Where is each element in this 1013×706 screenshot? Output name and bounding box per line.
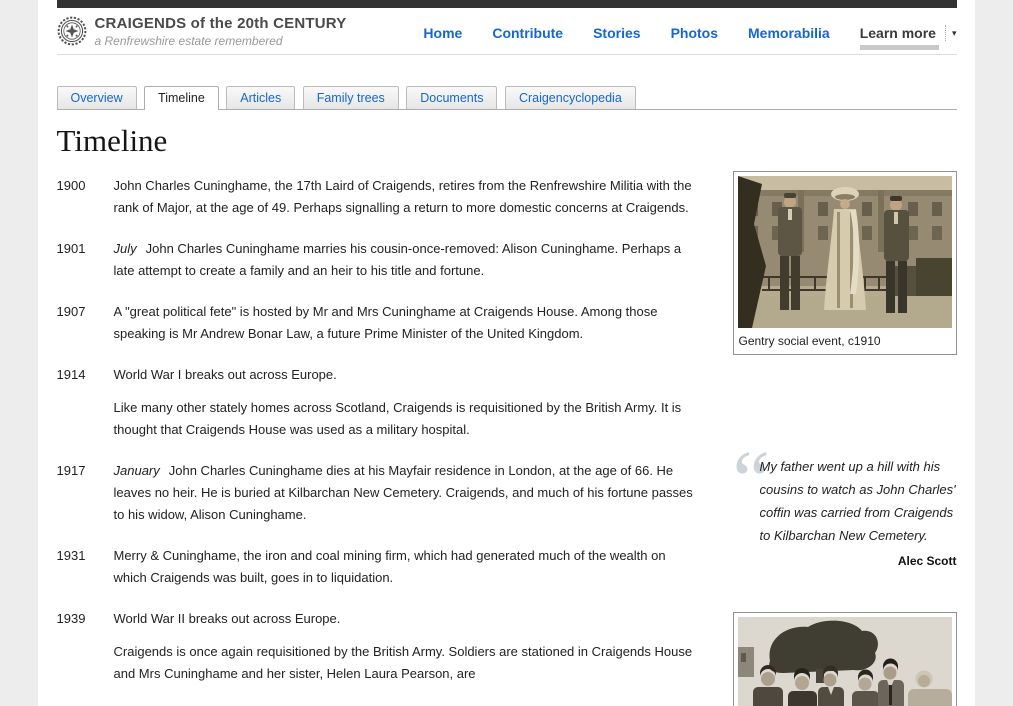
timeline-paragraph: Merry & Cuninghame, the iron and coal mi… <box>114 545 697 589</box>
group-photo-image <box>737 617 952 706</box>
photo-caption: Gentry social event, c1910 <box>738 334 881 348</box>
photo-group-1939[interactable] <box>732 612 957 706</box>
timeline-year: 1907 <box>56 304 86 319</box>
section-tabs: Overview Timeline Articles Family trees … <box>56 86 957 110</box>
timeline-paragraph: A "great political fete" is hosted by Mr… <box>114 301 697 345</box>
quote-block: “ My father went up a hill with his cous… <box>733 439 957 569</box>
gentry-photo-image <box>737 176 952 328</box>
nav-dropdown-separator <box>944 25 946 41</box>
nav-link-contribute[interactable]: Contribute <box>492 25 563 41</box>
site-logo-icon[interactable] <box>57 16 87 46</box>
tab-documents[interactable]: Documents <box>406 86 498 109</box>
timeline-year: 1917 <box>56 463 86 478</box>
nav-learn-more[interactable]: Learn more ▾ <box>859 25 957 50</box>
tab-family-trees[interactable]: Family trees <box>302 86 399 109</box>
site-title: CRAIGENDS of the 20th CENTURY <box>94 15 347 32</box>
timeline-paragraph: Like many other stately homes across Sco… <box>114 397 697 441</box>
site-tagline: a Renfrewshire estate remembered <box>94 34 283 48</box>
timeline-entry-1931: 1931 Merry & Cuninghame, the iron and co… <box>57 545 697 589</box>
timeline-text: John Charles Cuninghame dies at his Mayf… <box>113 463 693 522</box>
timeline-text: John Charles Cuninghame, the 17th Laird … <box>113 178 692 215</box>
timeline-paragraph: World War I breaks out across Europe. <box>114 364 697 386</box>
timeline-year: 1900 <box>56 178 86 193</box>
timeline-text: Merry & Cuninghame, the iron and coal mi… <box>113 548 666 585</box>
chevron-down-icon[interactable]: ▾ <box>952 28 957 39</box>
timeline-month-prefix: July <box>113 241 137 256</box>
timeline-year: 1939 <box>56 611 86 626</box>
tab-overview[interactable]: Overview <box>56 86 137 109</box>
main-nav: Home Contribute Stories Photos Memorabil… <box>423 15 957 50</box>
timeline-paragraph: January John Charles Cuninghame dies at h… <box>114 460 697 526</box>
photo-gentry-social-event[interactable]: Gentry social event, c1910 <box>732 171 957 355</box>
timeline-entry-1914: 1914 World War I breaks out across Europ… <box>57 364 697 441</box>
timeline-month-prefix: January <box>113 463 160 478</box>
timeline-entry-1901: 1901 July John Charles Cuninghame marries… <box>57 238 697 282</box>
page-container: CRAIGENDS of the 20th CENTURY a Renfrews… <box>38 0 975 706</box>
timeline-year: 1931 <box>56 548 86 563</box>
timeline-text: Craigends is once again requisitioned by… <box>113 644 693 681</box>
timeline-paragraph: John Charles Cuninghame, the 17th Laird … <box>114 175 697 219</box>
timeline-entry-1917: 1917 January John Charles Cuninghame dies… <box>57 460 697 526</box>
timeline-text: World War II breaks out across Europe. <box>113 611 341 626</box>
timeline-text: John Charles Cuninghame marries his cous… <box>113 241 682 278</box>
site-header: CRAIGENDS of the 20th CENTURY a Renfrews… <box>56 8 957 55</box>
quote-text: My father went up a hill with his cousin… <box>759 459 956 543</box>
tab-timeline[interactable]: Timeline <box>144 86 219 110</box>
nav-link-stories[interactable]: Stories <box>593 25 640 41</box>
timeline-year: 1901 <box>56 241 86 256</box>
timeline-text: A "great political fete" is hosted by Mr… <box>113 304 658 341</box>
timeline-text: Like many other stately homes across Sco… <box>113 400 682 437</box>
tab-craigencyclopedia[interactable]: Craigencyclopedia <box>504 86 636 109</box>
sidebar: Gentry social event, c1910 “ My father w… <box>732 171 957 706</box>
tab-articles[interactable]: Articles <box>226 86 296 109</box>
page-title: Timeline <box>56 123 168 158</box>
timeline-entry-1939: 1939 World War II breaks out across Euro… <box>57 608 697 685</box>
top-accent-bar <box>56 0 957 8</box>
timeline-paragraph: July John Charles Cuninghame marries his … <box>114 238 697 282</box>
quote-attribution: Alec Scott <box>897 554 957 568</box>
timeline-paragraph: World War II breaks out across Europe. <box>114 608 697 630</box>
timeline-text: World War I breaks out across Europe. <box>113 367 337 382</box>
nav-link-photos[interactable]: Photos <box>671 25 718 41</box>
timeline-entry-1900: 1900 John Charles Cuninghame, the 17th L… <box>57 175 697 219</box>
nav-link-memorabilia[interactable]: Memorabilia <box>748 25 830 41</box>
nav-link-home[interactable]: Home <box>423 25 462 41</box>
timeline-year: 1914 <box>56 367 86 382</box>
nav-learn-more-label[interactable]: Learn more <box>859 25 940 50</box>
timeline-entry-1907: 1907 A "great political fete" is hosted … <box>57 301 697 345</box>
timeline-paragraph: Craigends is once again requisitioned by… <box>114 641 697 685</box>
timeline-list: 1900 John Charles Cuninghame, the 17th L… <box>57 175 697 706</box>
